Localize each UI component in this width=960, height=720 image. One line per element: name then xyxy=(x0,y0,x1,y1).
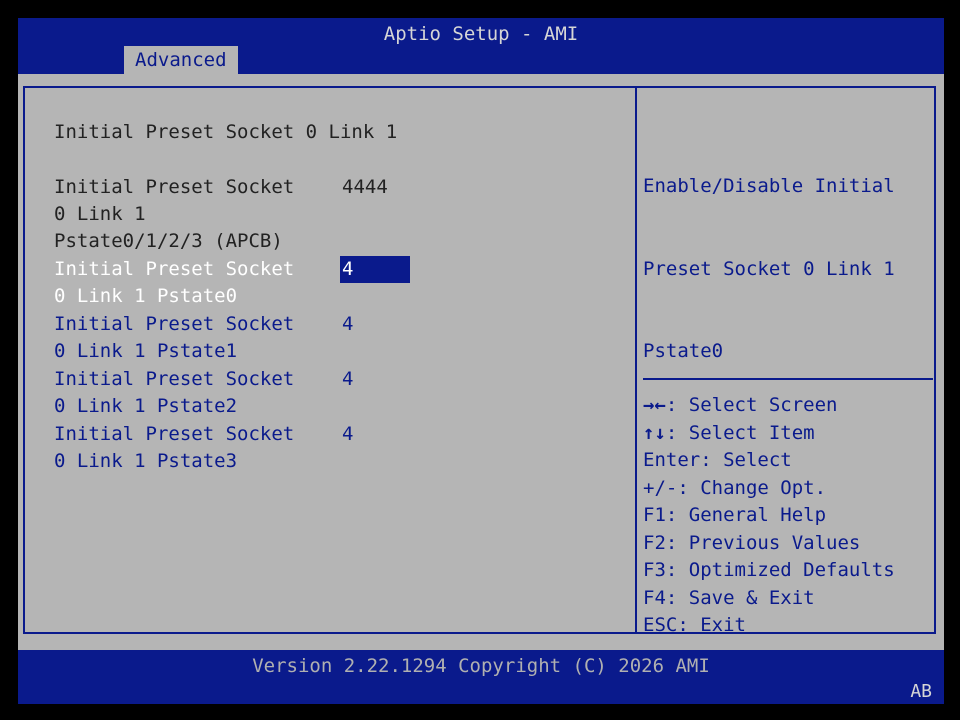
key-text: +/-: Change Opt. xyxy=(643,476,827,499)
key-text: Enter: Select xyxy=(643,449,792,471)
setting-label: 0 Link 1 Pstate1 xyxy=(54,340,238,362)
setting-label: 0 Link 1 Pstate3 xyxy=(54,450,238,472)
bios-window: Aptio Setup - AMI Advanced Initial Prese… xyxy=(18,18,944,704)
corner-badge: AB xyxy=(910,681,932,702)
key-text: F3: Optimized Defaults xyxy=(643,559,895,581)
key-f2: F2: Previous Values xyxy=(643,530,933,558)
setting-label: Initial Preset Socket xyxy=(54,368,295,390)
key-enter: Enter: Select xyxy=(643,447,933,475)
key-text: F4: Save & Exit xyxy=(643,586,815,609)
footer: Version 2.22.1294 Copyright (C) 2026 AMI… xyxy=(18,650,944,704)
key-select-item: ↑↓: Select Item xyxy=(643,420,933,448)
setting-value[interactable]: 4 xyxy=(342,311,353,338)
setting-label: 0 Link 1 Pstate2 xyxy=(54,395,238,417)
version-text: Version 2.22.1294 Copyright (C) 2026 AMI xyxy=(252,655,710,677)
setting-value-selected[interactable]: 4 xyxy=(340,256,410,283)
setting-label: Initial Preset Socket xyxy=(54,176,295,198)
key-f3: F3: Optimized Defaults xyxy=(643,557,933,585)
key-text: : Select Screen xyxy=(665,394,838,416)
setting-label: 0 Link 1 xyxy=(54,203,146,225)
vertical-divider xyxy=(635,86,637,634)
section-title-text: Initial Preset Socket 0 Link 1 xyxy=(54,121,398,143)
setting-label: Initial Preset Socket xyxy=(54,313,295,335)
arrows-left-right-icon: →← xyxy=(643,394,666,416)
help-line: Enable/Disable Initial xyxy=(643,175,895,197)
key-text: F2: Previous Values xyxy=(643,531,861,554)
setting-value[interactable]: 4 xyxy=(342,421,353,448)
key-f4: F4: Save & Exit xyxy=(643,585,933,613)
setting-label: Initial Preset Socket xyxy=(54,423,295,445)
setting-label: Pstate0/1/2/3 (APCB) xyxy=(54,230,283,252)
setting-label: 0 Link 1 Pstate0 xyxy=(54,285,238,307)
arrows-up-down-icon: ↑↓ xyxy=(643,421,666,444)
key-select-screen: →←: Select Screen xyxy=(643,392,933,420)
key-f1: F1: General Help xyxy=(643,502,933,530)
key-change-opt: +/-: Change Opt. xyxy=(643,475,933,503)
setting-value: 4444 xyxy=(342,176,388,198)
tab-advanced[interactable]: Advanced xyxy=(124,46,238,74)
key-legend: →←: Select Screen ↑↓: Select Item Enter:… xyxy=(643,392,933,640)
key-text: : Select Item xyxy=(665,421,815,444)
key-text: ESC: Exit xyxy=(643,614,746,636)
key-text: F1: General Help xyxy=(643,504,827,526)
help-text: Enable/Disable Initial Preset Socket 0 L… xyxy=(643,118,933,421)
help-line: Preset Socket 0 Link 1 xyxy=(643,257,895,280)
key-esc: ESC: Exit xyxy=(643,612,933,640)
title-bar: Aptio Setup - AMI Advanced xyxy=(18,18,944,74)
main-panel: Initial Preset Socket 0 Link 1 Initial P… xyxy=(18,74,944,650)
app-title: Aptio Setup - AMI xyxy=(383,23,579,45)
setting-label: Initial Preset Socket xyxy=(54,258,295,280)
help-line: Pstate0 xyxy=(643,340,724,362)
setting-value[interactable]: 4 xyxy=(342,366,353,393)
